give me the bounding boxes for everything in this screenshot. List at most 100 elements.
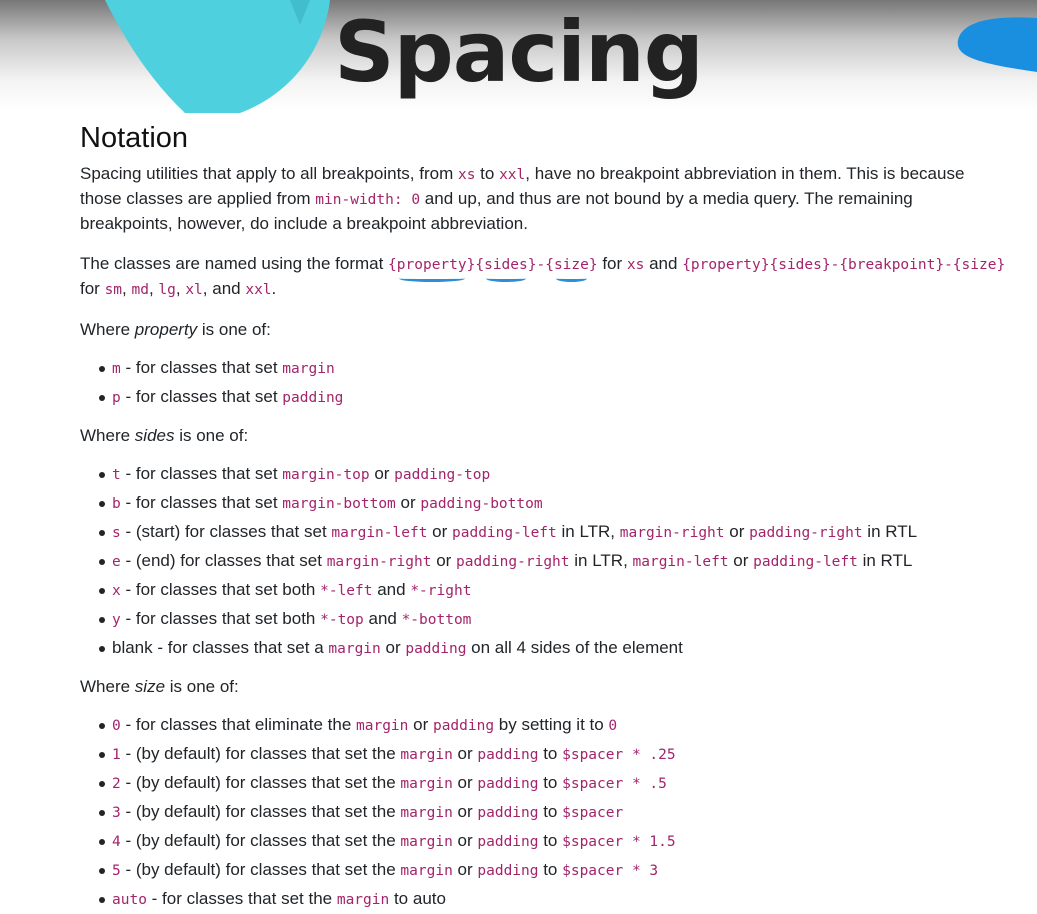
main-content: Notation Spacing utilities that apply to… bbox=[80, 118, 1010, 914]
inline-code: margin bbox=[400, 747, 453, 763]
list-item: x - for classes that set both *-left and… bbox=[80, 576, 1010, 605]
item-text: - for classes that set both bbox=[120, 609, 321, 628]
inline-code: padding bbox=[405, 641, 467, 657]
inline-code: padding-left bbox=[753, 554, 858, 570]
inline-code: lg bbox=[158, 282, 176, 298]
inline-code: s bbox=[112, 525, 121, 541]
item-text: on all 4 sides of the element bbox=[466, 638, 683, 657]
size-list: 0 - for classes that eliminate the margi… bbox=[80, 711, 1010, 914]
inline-code: b bbox=[112, 496, 121, 512]
inline-code: m bbox=[112, 361, 121, 377]
inline-code: padding bbox=[477, 747, 539, 763]
inline-code: padding bbox=[477, 863, 539, 879]
page-title: Spacing bbox=[334, 3, 704, 101]
heading-text: Where bbox=[80, 320, 135, 339]
list-item: blank - for classes that set a margin or… bbox=[80, 634, 1010, 663]
format-code-part: }{ bbox=[466, 257, 485, 273]
heading-emphasis: property bbox=[134, 320, 198, 339]
list-item: 0 - for classes that eliminate the margi… bbox=[80, 711, 1010, 740]
item-text: - for classes that set the bbox=[146, 889, 337, 908]
inline-code: padding-top bbox=[394, 467, 491, 483]
item-text: or bbox=[728, 551, 754, 570]
heading-emphasis: size bbox=[134, 677, 166, 696]
list-item: 5 - (by default) for classes that set th… bbox=[80, 856, 1010, 885]
item-text: or bbox=[452, 744, 478, 763]
inline-code: margin bbox=[356, 718, 409, 734]
format-text: , bbox=[175, 279, 186, 298]
inline-code: padding bbox=[282, 390, 344, 406]
inline-code: padding bbox=[477, 805, 539, 821]
item-text: or bbox=[724, 522, 750, 541]
inline-code: *-left bbox=[320, 583, 373, 599]
item-text: and bbox=[372, 580, 411, 599]
inline-code: padding-left bbox=[452, 525, 557, 541]
inline-code: xs bbox=[457, 167, 476, 183]
item-text: to auto bbox=[389, 889, 446, 908]
inline-code: margin bbox=[400, 834, 453, 850]
list-item: 1 - (by default) for classes that set th… bbox=[80, 740, 1010, 769]
item-text: to bbox=[538, 744, 563, 763]
item-text: - for classes that set bbox=[120, 493, 283, 512]
item-text: or bbox=[452, 860, 478, 879]
item-text: - for classes that set bbox=[120, 358, 283, 377]
property-list: m - for classes that set margin p - for … bbox=[80, 354, 1010, 412]
item-text: - (by default) for classes that set the bbox=[120, 744, 401, 763]
inline-code: t bbox=[112, 467, 121, 483]
list-item: t - for classes that set margin-top or p… bbox=[80, 460, 1010, 489]
item-text: or bbox=[452, 831, 478, 850]
size-heading: Where size is one of: bbox=[80, 675, 1010, 699]
inline-code: padding bbox=[432, 718, 495, 734]
inline-code: padding bbox=[477, 776, 539, 792]
inline-code: 2 bbox=[112, 776, 121, 792]
inline-code: xs bbox=[626, 257, 645, 273]
item-text: - for classes that set bbox=[120, 464, 283, 483]
heading-text: is one of: bbox=[197, 320, 271, 339]
list-item: e - (end) for classes that set margin-ri… bbox=[80, 547, 1010, 576]
item-text: or bbox=[452, 773, 478, 792]
inline-code: xl bbox=[185, 282, 203, 298]
item-text: to bbox=[538, 802, 563, 821]
list-item: auto - for classes that set the margin t… bbox=[80, 885, 1010, 914]
item-text: in RTL bbox=[857, 551, 913, 570]
format-text: The classes are named using the format bbox=[80, 254, 389, 273]
sides-list: t - for classes that set margin-top or p… bbox=[80, 460, 1010, 663]
underlined-property: property bbox=[397, 253, 467, 282]
item-text: or bbox=[431, 551, 457, 570]
item-text: to bbox=[538, 831, 563, 850]
inline-code: $spacer * 1.5 bbox=[562, 834, 676, 850]
format-text: for bbox=[80, 279, 105, 298]
inline-code: padding bbox=[477, 834, 539, 850]
header-banner: Spacing bbox=[0, 0, 1037, 115]
inline-code: xxl bbox=[245, 282, 272, 298]
inline-code: min-width: 0 bbox=[315, 192, 421, 208]
item-text: - (by default) for classes that set the bbox=[120, 773, 401, 792]
list-item: 2 - (by default) for classes that set th… bbox=[80, 769, 1010, 798]
item-text: or bbox=[380, 638, 406, 657]
inline-code: margin-right bbox=[326, 554, 432, 570]
format-code: {property}{sides}-{size} bbox=[388, 257, 598, 282]
item-text: - for classes that set both bbox=[120, 580, 321, 599]
intro-text: Spacing utilities that apply to all brea… bbox=[80, 164, 458, 183]
inline-code: $spacer * 3 bbox=[562, 863, 659, 879]
inline-code: *-top bbox=[320, 612, 364, 628]
inline-code: e bbox=[112, 554, 121, 570]
format-paragraph: The classes are named using the format {… bbox=[80, 252, 1010, 302]
item-text: to bbox=[538, 773, 563, 792]
format-code-part: }-{ bbox=[527, 257, 554, 273]
heading-text: Where bbox=[80, 426, 135, 445]
inline-code: margin bbox=[400, 776, 453, 792]
inline-code: margin bbox=[400, 805, 453, 821]
inline-code: 3 bbox=[112, 805, 121, 821]
item-text: - (by default) for classes that set the bbox=[120, 802, 401, 821]
inline-code: 4 bbox=[112, 834, 121, 850]
list-item: 3 - (by default) for classes that set th… bbox=[80, 798, 1010, 827]
inline-code: 1 bbox=[112, 747, 121, 763]
item-text: - for classes that eliminate the bbox=[120, 715, 357, 734]
item-text: or bbox=[395, 493, 421, 512]
format-text: . bbox=[271, 279, 277, 298]
item-text: in RTL bbox=[862, 522, 918, 541]
list-item: p - for classes that set padding bbox=[80, 383, 1010, 412]
heading-text: is one of: bbox=[165, 677, 239, 696]
inline-code: margin bbox=[282, 361, 335, 377]
inline-code: x bbox=[112, 583, 121, 599]
